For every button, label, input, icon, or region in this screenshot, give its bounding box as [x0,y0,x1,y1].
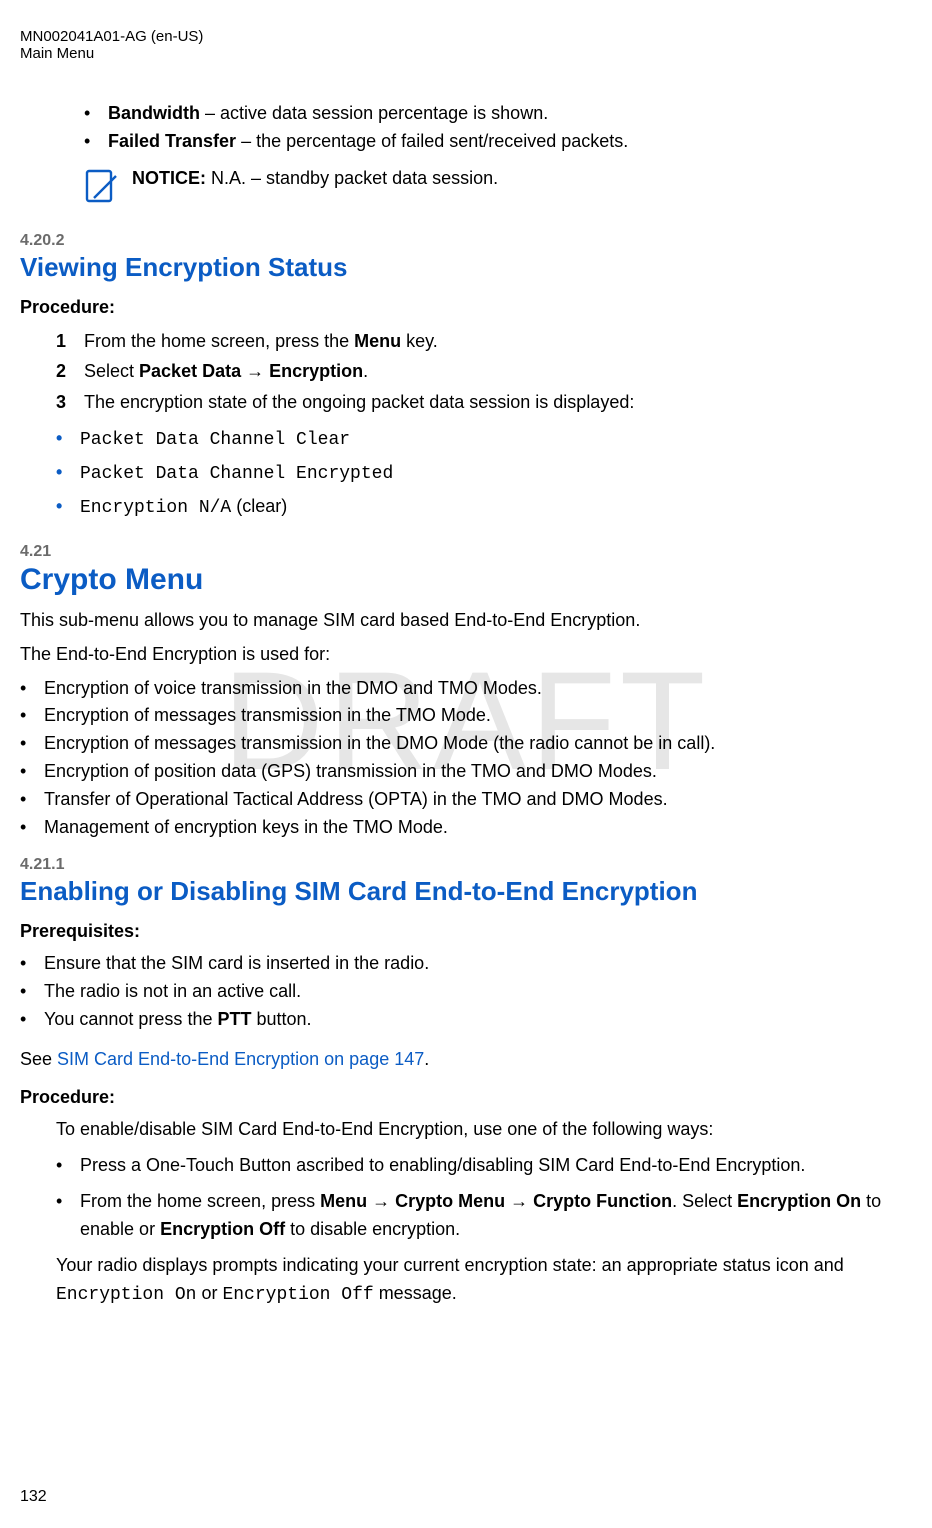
list-item: You cannot press the PTT button. [20,1006,912,1034]
section-title-crypto-menu: Crypto Menu [20,563,912,597]
list-text: button. [251,1009,311,1029]
menu-path: Encryption [269,361,363,381]
result-text: message. [374,1283,457,1303]
section-title-enable-disable-encryption: Enabling or Disabling SIM Card End-to-En… [20,876,912,907]
menu-path: Packet Data [139,361,241,381]
result-text: or [196,1283,222,1303]
paragraph: The End-to-End Encryption is used for: [20,641,912,669]
section-number: 4.21.1 [20,856,912,874]
notice-label: NOTICE: [132,168,206,188]
notice-body: N.A. – standby packet data session. [206,168,498,188]
list-item: Ensure that the SIM card is inserted in … [20,950,912,978]
paragraph: This sub-menu allows you to manage SIM c… [20,607,912,635]
notice: NOTICE: N.A. – standby packet data sessi… [84,168,912,206]
code-text: Packet Data Channel Encrypted [80,464,393,484]
step-text: From the home screen, press the [84,331,354,351]
doc-section: Main Menu [20,45,912,62]
procedure-step: 2 Select Packet Data → Encryption. [56,356,912,387]
list-item: Management of encryption keys in the TMO… [20,814,912,842]
code-text: Encryption On [56,1285,196,1305]
code-text: Packet Data Channel Clear [80,430,350,450]
procedure-heading: Procedure: [20,297,912,318]
procedure-step: 1 From the home screen, press the Menu k… [56,326,912,357]
procedure-heading: Procedure: [20,1087,912,1108]
arrow: → [505,1191,533,1211]
term-failed: Failed Transfer [108,131,236,151]
term-bandwidth: Bandwidth [108,103,200,123]
list-text: (clear) [231,496,287,516]
list-text: to disable encryption. [285,1219,460,1239]
prerequisites-heading: Prerequisites: [20,921,912,942]
list-item: From the home screen, press Menu → Crypt… [56,1188,912,1244]
see-text: See [20,1049,57,1069]
code-text: Encryption N/A [80,498,231,518]
list-item: Encryption of voice transmission in the … [20,675,912,703]
step-text: . [363,361,368,381]
ptt-button: PTT [217,1009,251,1029]
section-number: 4.21 [20,543,912,561]
list-item: Encryption of messages transmission in t… [20,730,912,758]
list-item: Packet Data Channel Encrypted [56,456,912,490]
list-item: The radio is not in an active call. [20,978,912,1006]
notice-icon [84,168,118,206]
paragraph: To enable/disable SIM Card End-to-End En… [56,1116,912,1144]
page-number: 132 [20,1488,47,1506]
menu-key: Menu [354,331,401,351]
menu-path: Crypto Function [533,1191,672,1211]
list-item: Encryption of position data (GPS) transm… [20,758,912,786]
list-item: Packet Data Channel Clear [56,422,912,456]
menu-path: Menu [320,1191,367,1211]
step-text: The encryption state of the ongoing pack… [84,392,634,412]
list-item: Transfer of Operational Tactical Address… [20,786,912,814]
list-text: . Select [672,1191,737,1211]
step-text: Select [84,361,139,381]
list-item: Failed Transfer – the percentage of fail… [84,128,912,156]
procedure-step: 3 The encryption state of the ongoing pa… [56,387,912,418]
desc-failed: – the percentage of failed sent/received… [236,131,628,151]
option: Encryption On [737,1191,861,1211]
desc-bandwidth: – active data session percentage is show… [200,103,548,123]
arrow: → [367,1191,395,1211]
cross-reference-link[interactable]: SIM Card End-to-End Encryption on page 1… [57,1049,424,1069]
option: Encryption Off [160,1219,285,1239]
step-text: key. [401,331,438,351]
list-item: Encryption N/A (clear) [56,490,912,524]
list-item: Encryption of messages transmission in t… [20,702,912,730]
list-item: Bandwidth – active data session percenta… [84,100,912,128]
doc-id: MN002041A01-AG (en-US) [20,28,912,45]
see-text: . [424,1049,429,1069]
list-item: Press a One-Touch Button ascribed to ena… [56,1152,912,1180]
arrow: → [241,361,269,381]
list-text: You cannot press the [44,1009,217,1029]
section-title-viewing-encryption: Viewing Encryption Status [20,252,912,283]
list-text: From the home screen, press [80,1191,320,1211]
menu-path: Crypto Menu [395,1191,505,1211]
section-number: 4.20.2 [20,232,912,250]
result-text: Your radio displays prompts indicating y… [56,1255,844,1275]
code-text: Encryption Off [222,1285,373,1305]
